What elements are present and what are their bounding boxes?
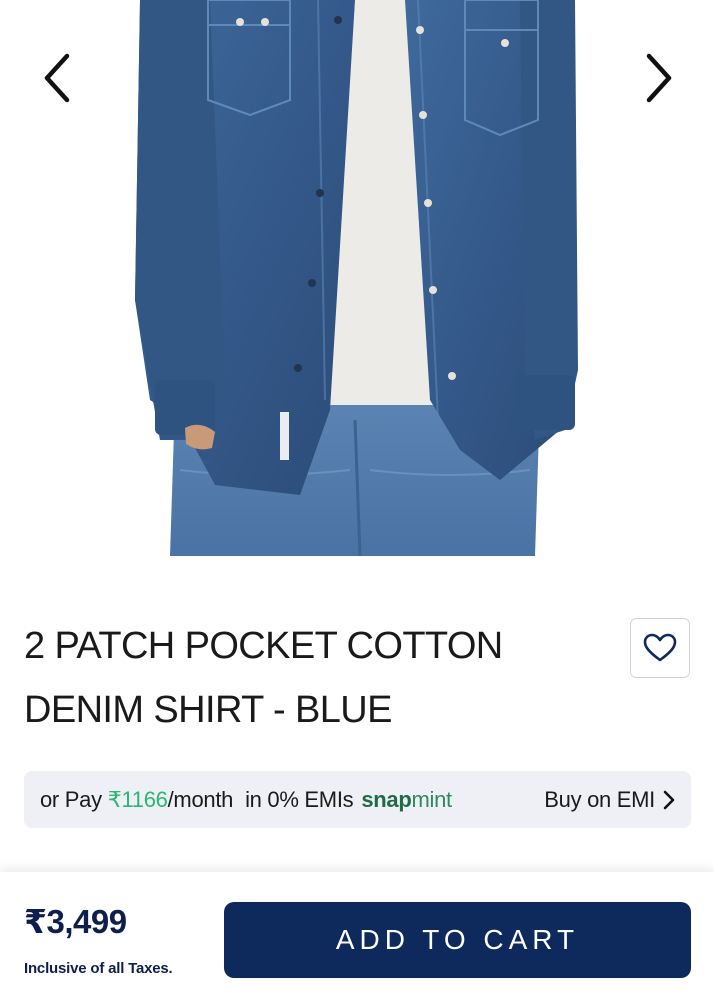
- emi-period: /month: [167, 786, 234, 812]
- emi-rate-text: in 0% EMIs: [245, 786, 354, 812]
- wishlist-button[interactable]: [630, 618, 690, 678]
- buy-on-emi-label: Buy on EMI: [544, 786, 655, 812]
- heart-icon: [643, 633, 677, 662]
- snapmint-logo-light: mint: [411, 786, 453, 812]
- chevron-right-icon: [646, 53, 672, 103]
- add-to-cart-button[interactable]: ADD TO CART: [224, 902, 691, 978]
- product-page: 2 PATCH POCKET COTTON DENIM SHIRT - BLUE…: [0, 0, 714, 1000]
- chevron-right-icon: [663, 790, 675, 809]
- emi-offer-banner[interactable]: or Pay ₹1166 /month in 0% EMIs snapmint …: [24, 771, 691, 828]
- denim-shirt-photo: [135, 0, 578, 556]
- previous-image-button[interactable]: [26, 48, 86, 108]
- tax-note: Inclusive of all Taxes.: [24, 960, 173, 977]
- bottom-purchase-bar: ₹3,499 Inclusive of all Taxes. ADD TO CA…: [0, 872, 714, 1000]
- product-title-line1: 2 PATCH POCKET COTTON: [24, 625, 503, 667]
- product-title-line2: DENIM SHIRT - BLUE: [24, 689, 392, 731]
- next-image-button[interactable]: [630, 48, 690, 108]
- chevron-left-icon: [44, 53, 70, 103]
- emi-prefix: or Pay: [40, 786, 102, 812]
- product-title: 2 PATCH POCKET COTTON DENIM SHIRT - BLUE: [24, 614, 584, 742]
- product-image-carousel[interactable]: [0, 0, 714, 556]
- snapmint-logo: snapmint: [361, 787, 452, 813]
- snapmint-logo-bold: snap: [361, 786, 412, 812]
- product-price: ₹3,499: [24, 903, 127, 940]
- buy-on-emi-link[interactable]: Buy on EMI: [544, 787, 675, 813]
- emi-amount: ₹1166: [107, 786, 168, 812]
